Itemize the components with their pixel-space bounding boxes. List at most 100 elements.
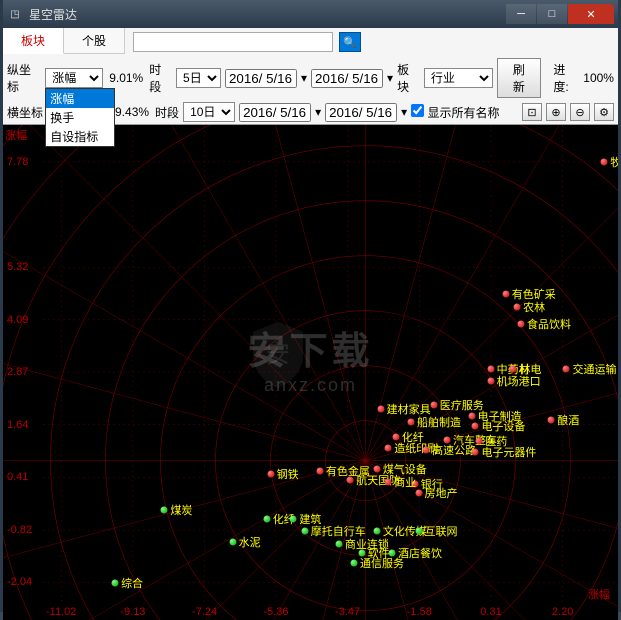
date-to-1[interactable]: [311, 69, 383, 88]
data-point[interactable]: [377, 406, 384, 413]
x-axis-title: 涨幅: [588, 586, 610, 602]
y-tick: 5.32: [7, 261, 28, 273]
data-point[interactable]: [411, 481, 418, 488]
date-from-1[interactable]: [225, 69, 297, 88]
y-axis-select[interactable]: 涨幅 涨幅 换手 自设指标: [45, 68, 103, 88]
zoom-in-button[interactable]: ⊕: [546, 103, 566, 121]
x-tick: -7.24: [192, 606, 217, 618]
settings-button[interactable]: ⚙: [594, 103, 614, 121]
show-names-checkbox[interactable]: 显示所有名称: [411, 104, 499, 121]
y-tick: -0.82: [7, 524, 32, 536]
dropdown-icon[interactable]: ▾: [301, 71, 307, 85]
data-point[interactable]: [423, 446, 430, 453]
data-point[interactable]: [316, 468, 323, 475]
data-point[interactable]: [443, 437, 450, 444]
dropdown-icon[interactable]: ▾: [401, 105, 407, 119]
data-point[interactable]: [263, 515, 270, 522]
y-tick: 1.64: [7, 419, 28, 431]
dropdown-icon[interactable]: ▾: [387, 71, 393, 85]
search-input[interactable]: [133, 32, 333, 52]
data-point[interactable]: [430, 402, 437, 409]
data-point[interactable]: [502, 290, 509, 297]
x-tick: -5.36: [263, 606, 288, 618]
data-point[interactable]: [476, 438, 483, 445]
zoom-out-button[interactable]: ⊖: [570, 103, 590, 121]
window-title: 星空雷达: [29, 6, 77, 23]
dropdown-option[interactable]: 涨幅: [46, 89, 114, 108]
data-point[interactable]: [388, 549, 395, 556]
data-point[interactable]: [385, 479, 392, 486]
y-tick: 0.41: [7, 471, 28, 483]
date-from-2[interactable]: [239, 103, 311, 122]
data-point[interactable]: [487, 365, 494, 372]
data-point[interactable]: [161, 506, 168, 513]
toolbar: 板块 个股 🔍 纵坐标 涨幅 涨幅 换手 自设指标 9.01% 时段 5日 ▾ …: [3, 28, 618, 125]
x-tick: 0.31: [480, 606, 501, 618]
data-point[interactable]: [351, 560, 358, 567]
x-tick: -9.13: [120, 606, 145, 618]
tab-stock[interactable]: 个股: [64, 28, 125, 53]
period-label-2: 时段: [155, 104, 179, 121]
data-point[interactable]: [563, 365, 570, 372]
controls-row-1: 纵坐标 涨幅 涨幅 换手 自设指标 9.01% 时段 5日 ▾ ▾ 板块 行业 …: [3, 56, 618, 100]
x-tick: 2.20: [552, 606, 573, 618]
data-point[interactable]: [517, 320, 524, 327]
minimize-button[interactable]: ─: [506, 4, 536, 24]
data-point[interactable]: [407, 419, 414, 426]
data-point[interactable]: [347, 476, 354, 483]
data-point[interactable]: [267, 470, 274, 477]
date-to-2[interactable]: [325, 103, 397, 122]
x-tick: -11.02: [46, 606, 76, 618]
period-select-2[interactable]: 10日: [183, 102, 235, 122]
data-point[interactable]: [229, 539, 236, 546]
refresh-button[interactable]: 刷新: [497, 58, 542, 98]
data-point[interactable]: [385, 444, 392, 451]
period-select-1[interactable]: 5日: [176, 68, 221, 88]
data-point[interactable]: [335, 541, 342, 548]
y-axis-dropdown-open[interactable]: 涨幅 换手 自设指标: [45, 88, 115, 147]
data-point[interactable]: [112, 579, 119, 586]
tab-bar: 板块 个股: [3, 28, 125, 54]
y-pct-value: 9.01%: [107, 71, 145, 85]
data-point[interactable]: [510, 365, 517, 372]
data-point[interactable]: [301, 528, 308, 535]
zoom-extent-button[interactable]: ⊡: [522, 103, 542, 121]
data-point[interactable]: [487, 378, 494, 385]
radar-chart[interactable]: 涨幅 涨幅 安 安下载 anxz.com -2.04-0.820.411.642…: [3, 125, 618, 620]
dropdown-option[interactable]: 自设指标: [46, 127, 114, 146]
search-button[interactable]: 🔍: [339, 32, 361, 52]
data-point[interactable]: [514, 303, 521, 310]
data-point[interactable]: [548, 417, 555, 424]
x-pct-value: -9.43%: [109, 105, 151, 119]
y-axis-title: 涨幅: [5, 127, 27, 143]
y-tick: 4.09: [7, 314, 28, 326]
data-point[interactable]: [415, 489, 422, 496]
close-button[interactable]: ✕: [568, 4, 614, 24]
dropdown-icon[interactable]: ▾: [315, 105, 321, 119]
data-point[interactable]: [358, 549, 365, 556]
app-icon: ◳: [7, 6, 23, 22]
maximize-button[interactable]: □: [537, 4, 567, 24]
data-point[interactable]: [468, 412, 475, 419]
data-point[interactable]: [290, 515, 297, 522]
sector-label: 板块: [397, 61, 420, 95]
data-point[interactable]: [415, 528, 422, 535]
y-tick: 7.78: [7, 156, 28, 168]
x-axis-label: 横坐标: [7, 104, 43, 121]
x-tick: -3.47: [335, 606, 360, 618]
progress-label: 进度:: [553, 61, 579, 95]
y-tick: 2.87: [7, 366, 28, 378]
progress-value: 100%: [583, 71, 614, 85]
window-titlebar: ◳ 星空雷达 ─ □ ✕: [3, 0, 618, 28]
data-point[interactable]: [392, 434, 399, 441]
dropdown-option[interactable]: 换手: [46, 108, 114, 127]
data-point[interactable]: [472, 423, 479, 430]
period-label: 时段: [149, 61, 172, 95]
tab-sector[interactable]: 板块: [3, 28, 64, 54]
data-point[interactable]: [601, 158, 608, 165]
data-point[interactable]: [472, 449, 479, 456]
data-point[interactable]: [373, 528, 380, 535]
y-axis-label: 纵坐标: [7, 61, 41, 95]
data-point[interactable]: [373, 466, 380, 473]
sector-select[interactable]: 行业: [424, 68, 493, 88]
